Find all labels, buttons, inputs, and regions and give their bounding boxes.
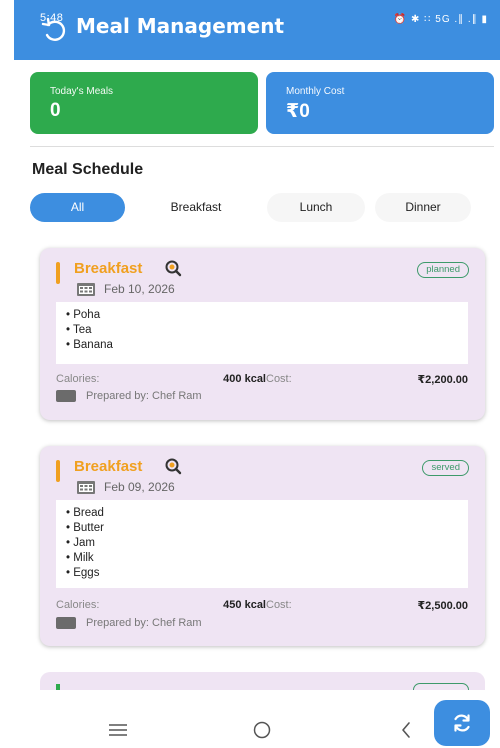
monthly-cost-label: Monthly Cost: [286, 86, 345, 97]
status-badge: planned: [417, 262, 469, 278]
prepared-by-row: Prepared by: Chef Ram: [56, 617, 202, 629]
filter-all[interactable]: All: [30, 193, 125, 222]
meal-info-row: Calories: 450 kcal Cost: ₹2,500.00: [56, 599, 468, 612]
list-item: • Jam: [66, 537, 95, 549]
divider: [30, 146, 494, 147]
filter-dinner[interactable]: Dinner: [375, 193, 471, 222]
back-chevron-icon[interactable]: [394, 718, 418, 742]
list-item: • Banana: [66, 339, 113, 351]
meal-date-row: Feb 09, 2026: [76, 479, 175, 495]
calendar-icon: [77, 283, 95, 296]
prepared-by-row: Prepared by: Chef Ram: [56, 390, 202, 402]
prepared-by: Prepared by: Chef Ram: [86, 390, 202, 402]
meal-card[interactable]: Breakfast Feb 10, 2026 planned • Poha • …: [40, 248, 485, 420]
refresh-fab-button[interactable]: [434, 700, 490, 746]
todays-meals-card: Today's Meals 0: [30, 72, 258, 134]
calories-label: Calories:: [56, 599, 100, 611]
monthly-cost-card: Monthly Cost ₹0: [266, 72, 494, 134]
list-item: • Poha: [66, 309, 101, 321]
status-time: 5:48: [40, 12, 64, 24]
list-item: • Milk: [66, 552, 94, 564]
cost-label: Cost:: [266, 599, 292, 611]
page-title: Meal Management: [76, 14, 284, 38]
card-accent-bar: [56, 460, 60, 482]
system-nav-bar: [14, 690, 500, 748]
home-circle-icon[interactable]: [250, 718, 274, 742]
cost-value: ₹2,500.00: [417, 600, 468, 612]
todays-meals-label: Today's Meals: [50, 86, 114, 97]
meal-type: Breakfast: [74, 260, 143, 277]
meal-items: • Poha • Tea • Banana: [56, 302, 468, 364]
meal-items: • Bread • Butter • Jam • Milk • Eggs: [56, 500, 468, 588]
list-item: • Eggs: [66, 567, 100, 579]
monthly-cost-value: ₹0: [286, 101, 310, 122]
status-badge: served: [422, 460, 469, 476]
list-item: • Tea: [66, 324, 92, 336]
meal-date: Feb 09, 2026: [104, 480, 175, 494]
calendar-icon: [77, 481, 95, 494]
meal-date: Feb 10, 2026: [104, 282, 175, 296]
search-icon: [165, 458, 182, 475]
meal-info-row: Calories: 400 kcal Cost: ₹2,200.00: [56, 373, 468, 386]
todays-meals-value: 0: [50, 100, 61, 121]
calories-label: Calories:: [56, 373, 100, 385]
meal-filter-tabs: All Breakfast Lunch Dinner: [30, 193, 471, 222]
filter-breakfast[interactable]: Breakfast: [135, 193, 257, 222]
section-title: Meal Schedule: [32, 161, 144, 178]
meal-card[interactable]: Breakfast Feb 09, 2026 served • Bread • …: [40, 446, 485, 646]
cost-value: ₹2,200.00: [417, 374, 468, 386]
chef-icon: [56, 617, 76, 629]
refresh-icon: [454, 714, 470, 732]
meal-card-partial[interactable]: [40, 672, 485, 692]
filter-lunch[interactable]: Lunch: [267, 193, 365, 222]
search-icon: [165, 260, 182, 277]
cost-label: Cost:: [266, 373, 292, 385]
meal-type: Breakfast: [74, 458, 143, 475]
menu-icon[interactable]: [106, 718, 130, 742]
app-bar: 5:48 Meal Management ⏰ ✱ ∷ 5G .∥ .∥ ▮: [14, 0, 500, 60]
status-icons: ⏰ ✱ ∷ 5G .∥ .∥ ▮: [393, 14, 488, 25]
list-item: • Bread: [66, 507, 104, 519]
chef-icon: [56, 390, 76, 402]
prepared-by: Prepared by: Chef Ram: [86, 617, 202, 629]
card-accent-bar: [56, 262, 60, 284]
calories-value: 400 kcal: [223, 373, 266, 385]
list-item: • Butter: [66, 522, 104, 534]
calories-value: 450 kcal: [223, 599, 266, 611]
meal-date-row: Feb 10, 2026: [76, 281, 175, 297]
